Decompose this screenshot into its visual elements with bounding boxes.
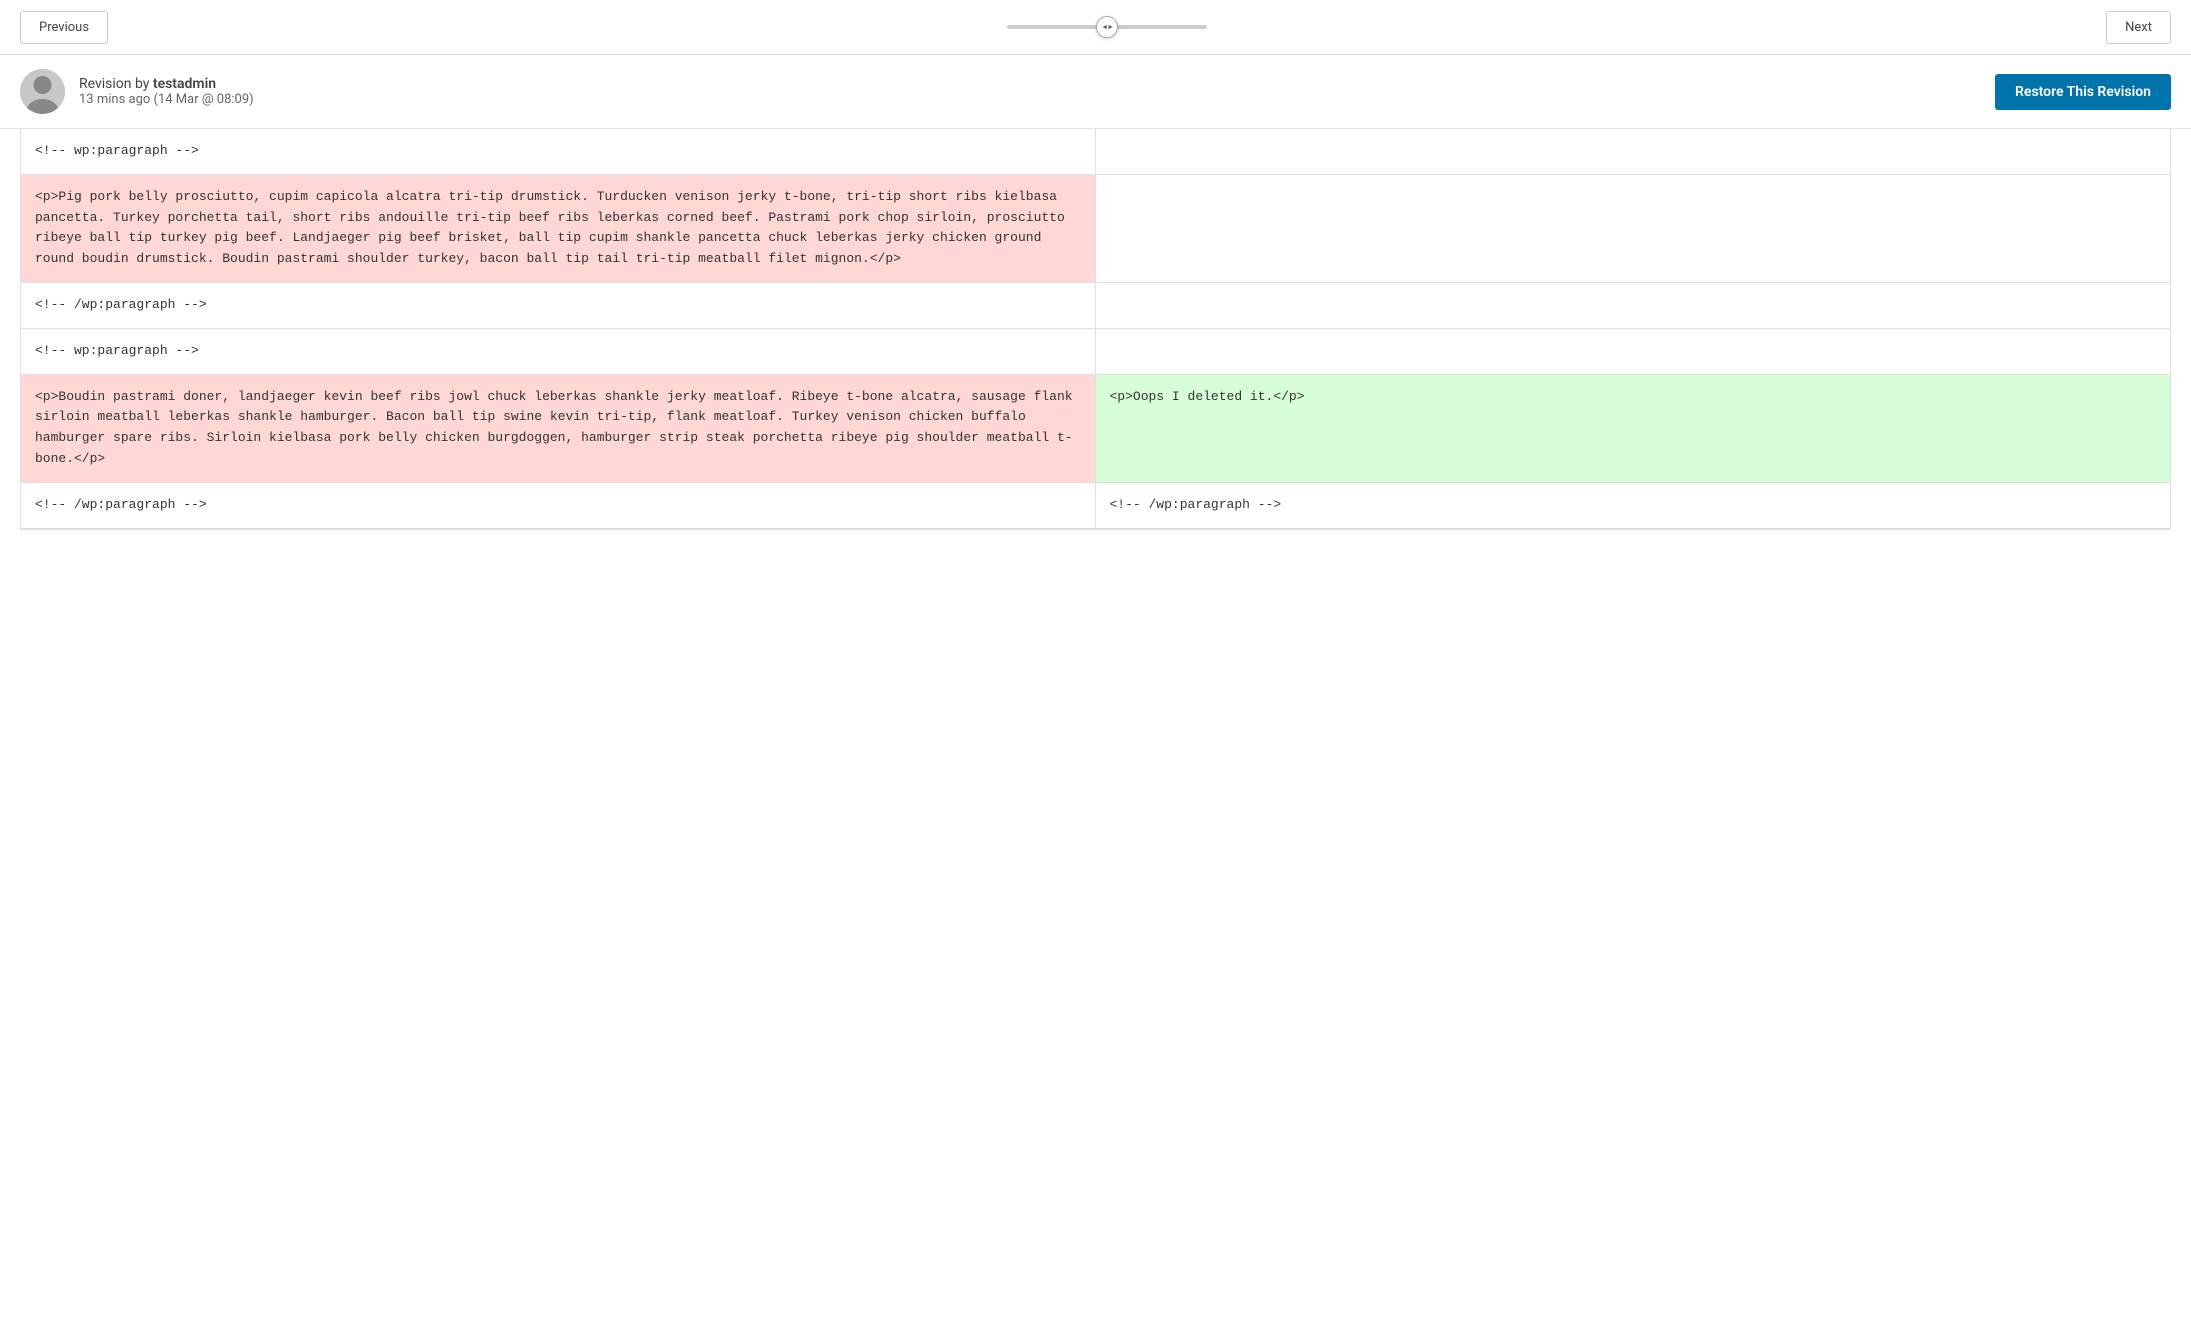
- revision-time: 13 mins ago (14 Mar @ 08:09): [79, 92, 254, 107]
- restore-revision-button[interactable]: Restore This Revision: [1995, 74, 2171, 110]
- previous-button[interactable]: Previous: [20, 11, 108, 44]
- avatar: [20, 69, 65, 114]
- diff-left-cell-1: <p>Pig pork belly prosciutto, cupim capi…: [21, 175, 1096, 283]
- diff-right-cell-2: [1096, 283, 2171, 329]
- revision-author-section: Revision by testadmin 13 mins ago (14 Ma…: [20, 69, 254, 114]
- diff-columns: <!-- wp:paragraph --><p>Pig pork belly p…: [20, 129, 2171, 530]
- diff-right-cell-0: [1096, 129, 2171, 175]
- revision-by-label: Revision by testadmin: [79, 76, 254, 92]
- diff-right-cell-1: [1096, 175, 2171, 283]
- diff-container: <!-- wp:paragraph --><p>Pig pork belly p…: [0, 129, 2191, 570]
- diff-right-cell-4: <p>Oops I deleted it.</p>: [1096, 375, 2171, 483]
- slider-thumb[interactable]: [1096, 16, 1118, 38]
- next-button[interactable]: Next: [2106, 11, 2171, 44]
- revision-info-bar: Revision by testadmin 13 mins ago (14 Ma…: [0, 55, 2191, 129]
- diff-left-cell-0: <!-- wp:paragraph -->: [21, 129, 1096, 175]
- diff-left-cell-2: <!-- /wp:paragraph -->: [21, 283, 1096, 329]
- slider-track[interactable]: [1007, 25, 1207, 29]
- revision-slider-container: [1007, 25, 1207, 29]
- diff-right-cell-3: [1096, 329, 2171, 375]
- diff-left-cell-3: <!-- wp:paragraph -->: [21, 329, 1096, 375]
- diff-left-cell-5: <!-- /wp:paragraph -->: [21, 483, 1096, 529]
- revision-meta: Revision by testadmin 13 mins ago (14 Ma…: [79, 76, 254, 107]
- diff-right-cell-5: <!-- /wp:paragraph -->: [1096, 483, 2171, 529]
- diff-left-cell-4: <p>Boudin pastrami doner, landjaeger kev…: [21, 375, 1096, 483]
- revision-page: Previous Next Revision by testadmin: [0, 0, 2191, 1328]
- top-nav-bar: Previous Next: [0, 0, 2191, 55]
- revision-author-name: testadmin: [153, 76, 216, 92]
